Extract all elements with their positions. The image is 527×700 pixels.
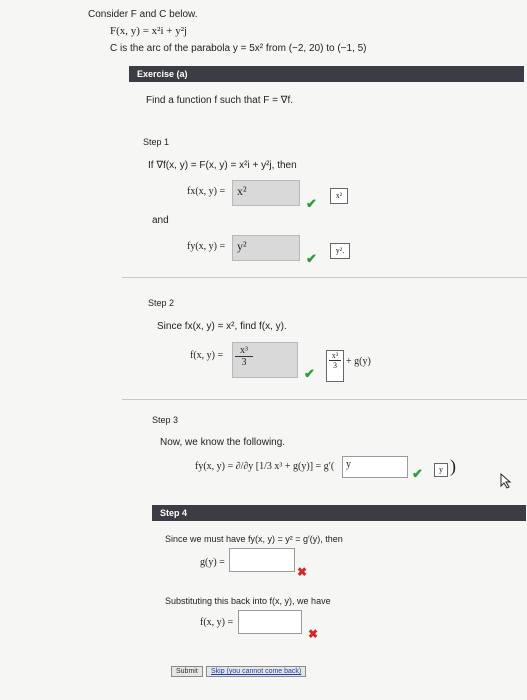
check-icon: ✔ — [306, 251, 317, 266]
step3-title: Step 3 — [152, 415, 179, 425]
exercise-prompt: Find a function f such that F = ∇f. — [146, 95, 294, 106]
close-paren: ) — [450, 456, 456, 476]
step1-text: If ∇f(x, y) = F(x, y) = x²i + y²j, then — [148, 160, 297, 171]
divider — [122, 277, 527, 278]
step3-text: Now, we know the following. — [160, 437, 286, 448]
cursor-icon — [500, 473, 512, 489]
fy-answer-box: y². — [330, 243, 350, 259]
step4-text: Since we must have fy(x, y) = y² = g′(y)… — [165, 534, 343, 544]
step2-text: Since fx(x, y) = x², find f(x, y). — [157, 321, 287, 332]
divider — [122, 399, 527, 400]
f-answer-box: x³ 3 — [326, 350, 344, 382]
problem-intro: Consider F and C below. — [88, 9, 198, 20]
and-label: and — [152, 215, 169, 226]
exercise-header: Exercise (a) — [129, 66, 524, 82]
f-answer-denominator: 3 — [329, 360, 341, 370]
step4-header: Step 4 — [152, 505, 526, 521]
fx-answer-box: x² — [330, 188, 348, 204]
skip-button[interactable]: Skip (you cannot come back) — [206, 666, 307, 677]
fy-input[interactable]: y² — [232, 235, 300, 261]
curve-description: C is the arc of the parabola y = 5x² fro… — [110, 43, 367, 54]
g-input[interactable] — [229, 548, 295, 572]
fy-input-value: y² — [237, 239, 247, 253]
f-label: f(x, y) = — [190, 350, 224, 361]
cross-icon: ✖ — [308, 627, 319, 641]
cross-icon: ✖ — [297, 565, 308, 579]
submit-button[interactable]: Submit — [171, 666, 203, 677]
check-icon: ✔ — [412, 466, 423, 481]
step3-equation: fy(x, y) = ∂/∂y [1/3 x³ + g(y)] = g′( — [195, 461, 335, 472]
fx-label: fx(x, y) = — [187, 186, 226, 197]
step1-title: Step 1 — [143, 137, 170, 147]
plus-g: + g(y) — [346, 356, 371, 367]
step2-title: Step 2 — [148, 298, 175, 308]
f-final-label: f(x, y) = — [200, 617, 234, 628]
gprime-input-value: y — [346, 459, 351, 470]
gprime-input[interactable]: y — [342, 456, 408, 478]
fx-input[interactable]: x² — [232, 180, 300, 206]
fy-label: fy(x, y) = — [187, 241, 226, 252]
check-icon: ✔ — [306, 196, 317, 211]
f-answer-numerator: x³ — [331, 351, 339, 360]
f-input-numerator: x³ — [240, 345, 248, 356]
f-input[interactable]: x³ 3 — [232, 342, 298, 378]
f-input-denominator: 3 — [235, 356, 253, 368]
vector-field: F(x, y) = x²i + y²j — [110, 25, 188, 37]
fx-input-value: x² — [237, 184, 247, 198]
check-icon: ✔ — [304, 366, 315, 381]
gprime-answer-box: y — [434, 463, 448, 477]
substitute-text: Substituting this back into f(x, y), we … — [165, 596, 331, 606]
g-label: g(y) = — [200, 557, 225, 568]
f-final-input[interactable] — [238, 610, 302, 634]
